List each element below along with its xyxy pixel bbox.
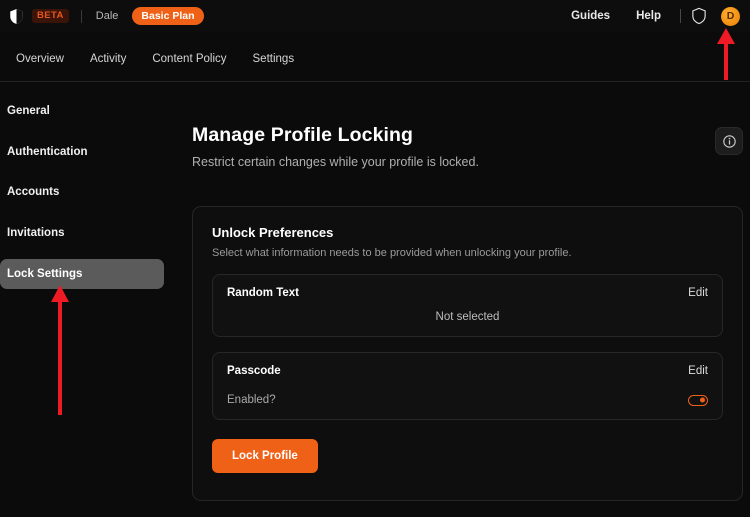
page-subtitle: Restrict certain changes while your prof… [192, 155, 479, 169]
toggle-knob [700, 397, 705, 403]
avatar[interactable]: D [721, 6, 740, 26]
tab-settings[interactable]: Settings [240, 53, 308, 65]
user-name: Dale [95, 10, 119, 22]
tab-overview[interactable]: Overview [3, 53, 77, 65]
passcode-enabled-label: Enabled? [227, 394, 276, 406]
tab-activity[interactable]: Activity [77, 53, 139, 65]
passcode-enabled-toggle[interactable] [688, 394, 708, 406]
unlock-preferences-panel: Unlock Preferences Select what informati… [192, 206, 743, 501]
annotation-arrow-avatar [716, 28, 736, 80]
top-bar-right: Guides Help D [558, 6, 750, 26]
main-nav: Overview Activity Content Policy Setting… [0, 36, 750, 82]
top-bar: BETA Dale Basic Plan Guides Help D [0, 0, 750, 32]
panel-title: Unlock Preferences [212, 225, 334, 240]
passcode-card: Passcode Edit Enabled? [212, 352, 723, 420]
top-bar-left: BETA Dale Basic Plan [0, 6, 204, 26]
panel-header: Unlock Preferences Select what informati… [193, 207, 742, 259]
page-title: Manage Profile Locking [192, 124, 414, 146]
guides-link[interactable]: Guides [558, 10, 623, 22]
sidebar-item-accounts[interactable]: Accounts [0, 177, 164, 208]
header-divider [80, 9, 82, 23]
card-header-row: Passcode Edit [227, 365, 708, 377]
help-link[interactable]: Help [623, 10, 674, 22]
passcode-title: Passcode [227, 365, 281, 377]
passcode-edit-link[interactable]: Edit [688, 365, 708, 377]
random-text-title: Random Text [227, 287, 299, 299]
card-header-row: Random Text Edit [227, 287, 708, 299]
random-text-edit-link[interactable]: Edit [688, 287, 708, 299]
lock-profile-button[interactable]: Lock Profile [212, 439, 318, 473]
info-icon [722, 134, 736, 148]
random-text-card: Random Text Edit Not selected [212, 274, 723, 337]
sidebar-item-invitations[interactable]: Invitations [0, 218, 164, 249]
beta-badge: BETA [32, 8, 69, 24]
shield-outline-icon[interactable] [691, 7, 707, 25]
content-header: Manage Profile Locking Restrict certain … [192, 124, 743, 169]
sidebar-item-general[interactable]: General [0, 96, 164, 127]
sidebar-item-authentication[interactable]: Authentication [0, 137, 164, 168]
passcode-toggle-row: Enabled? [227, 394, 708, 406]
tab-content-policy[interactable]: Content Policy [139, 53, 239, 65]
panel-subtitle: Select what information needs to be prov… [212, 247, 572, 259]
sidebar-item-lock-settings[interactable]: Lock Settings [0, 258, 164, 290]
annotation-arrow-lock-settings [49, 285, 71, 415]
info-button[interactable] [715, 127, 743, 155]
plan-badge[interactable]: Basic Plan [132, 6, 204, 26]
header-divider-right [680, 9, 681, 23]
random-text-value: Not selected [435, 311, 500, 323]
settings-sidebar: General Authentication Accounts Invitati… [0, 96, 175, 299]
shield-icon [9, 8, 24, 25]
app-root: BETA Dale Basic Plan Guides Help D Overv… [0, 0, 750, 517]
